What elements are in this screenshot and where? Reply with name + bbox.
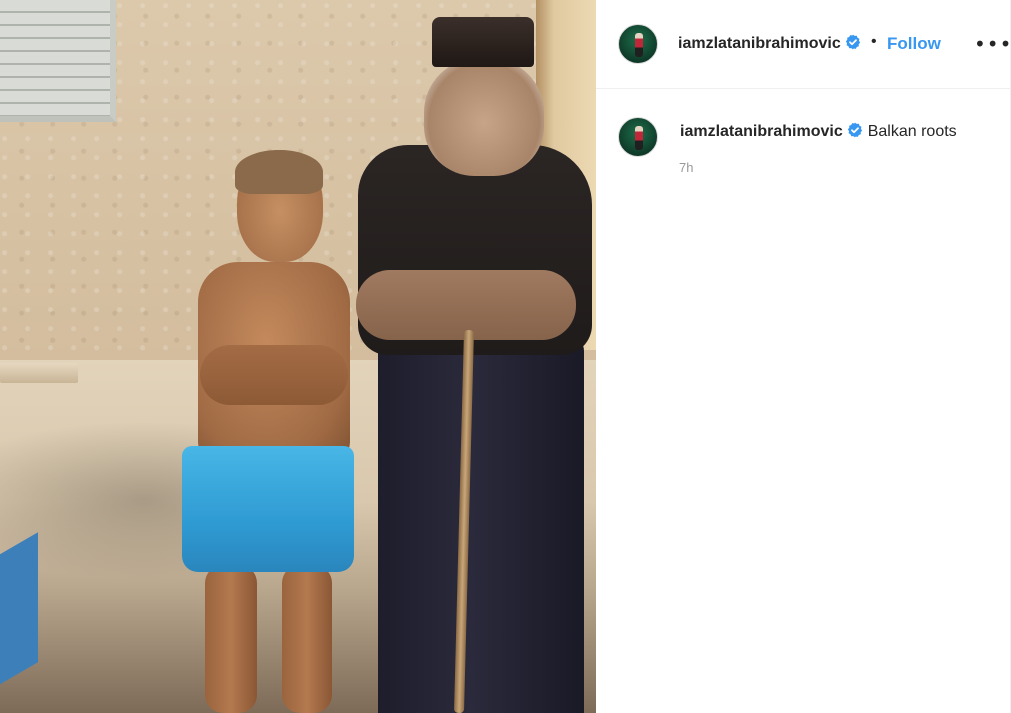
follow-button[interactable]: Follow — [887, 34, 941, 54]
boy-hair — [235, 150, 323, 194]
photo-plank — [0, 363, 78, 383]
author-avatar[interactable] — [618, 24, 658, 64]
separator-dot: • — [871, 33, 877, 50]
caption-author-avatar[interactable] — [618, 117, 658, 157]
photo-blue-object — [0, 532, 38, 688]
avatar-figure — [635, 126, 643, 150]
post-photo[interactable] — [0, 0, 596, 713]
post-header: iamzlatanibrahimovic • Follow ••• — [596, 0, 1011, 89]
boy-leg-right — [282, 565, 332, 713]
post-side-panel: iamzlatanibrahimovic • Follow ••• iamzla… — [596, 0, 1011, 713]
boy-blue-shorts — [182, 446, 354, 572]
photo-window-shutter — [0, 0, 116, 122]
post-timestamp[interactable]: 7h — [679, 160, 693, 175]
verified-badge-icon — [845, 34, 860, 50]
instagram-post: iamzlatanibrahimovic • Follow ••• iamzla… — [0, 0, 1011, 713]
caption-username[interactable]: iamzlatanibrahimovic — [680, 123, 843, 140]
boy-crossed-arms — [200, 345, 348, 405]
author-username: iamzlatanibrahimovic — [678, 35, 841, 52]
man-hat — [432, 17, 534, 67]
avatar-figure — [635, 33, 643, 57]
man-head — [424, 58, 544, 176]
verified-badge-icon — [847, 122, 862, 138]
more-options-icon[interactable]: ••• — [974, 32, 1011, 56]
boy-leg-left — [205, 565, 257, 713]
caption-text: Balkan roots — [867, 123, 957, 140]
caption-text-line: iamzlatanibrahimovic Balkan roots — [680, 122, 957, 141]
author-username-link[interactable]: iamzlatanibrahimovic — [678, 34, 861, 53]
man-pants — [378, 335, 584, 713]
